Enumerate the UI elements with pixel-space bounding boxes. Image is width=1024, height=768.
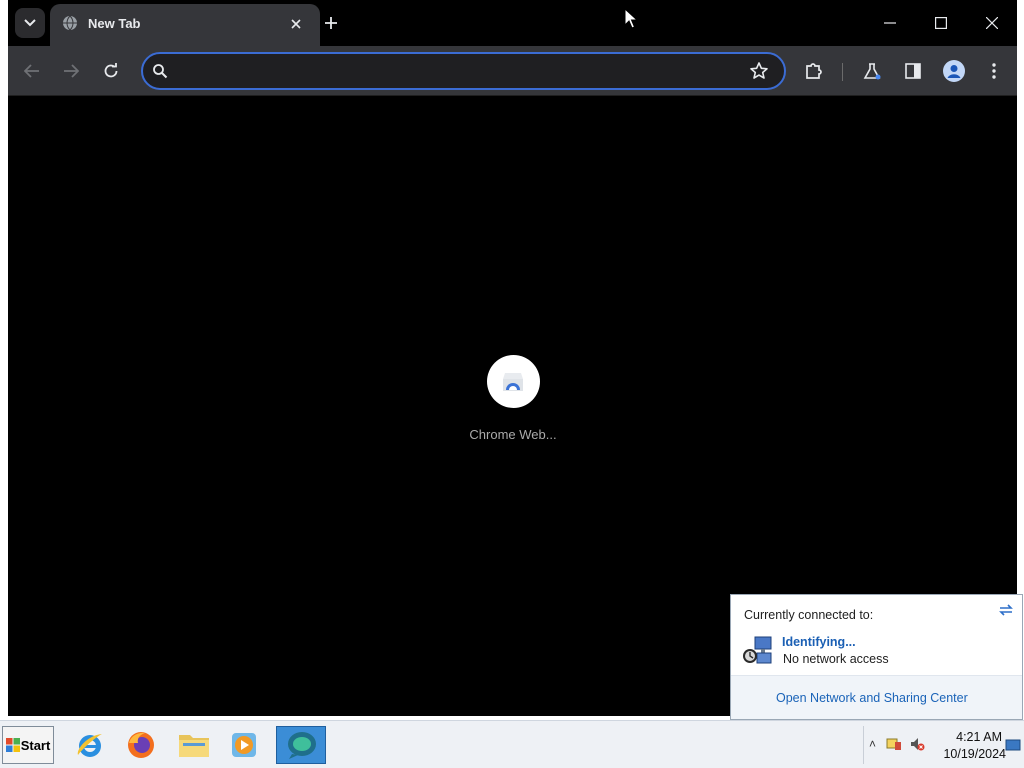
file-explorer-icon xyxy=(179,735,209,757)
start-button[interactable]: Start xyxy=(2,726,54,764)
taskbar: Start ˄ 4:21 AM 10/19/2024 xyxy=(0,720,1024,768)
desktop-screen: New Tab Chrome Web... Currently connecte… xyxy=(0,0,1024,768)
shortcut-tile[interactable]: Chrome Web... xyxy=(463,355,563,442)
reload-icon xyxy=(104,63,118,78)
taskbar-internet-explorer[interactable] xyxy=(66,726,114,764)
flyout-heading: Currently connected to: xyxy=(744,608,874,622)
labs-button[interactable] xyxy=(857,56,887,86)
arrow-right-icon xyxy=(64,64,79,78)
search-icon xyxy=(153,64,168,79)
browser-toolbar xyxy=(8,46,1017,96)
network-name: Identifying... xyxy=(782,635,856,649)
refresh-icon[interactable] xyxy=(998,603,1014,617)
chevron-down-icon xyxy=(24,19,36,27)
extensions-button[interactable] xyxy=(799,56,829,86)
taskbar-firefox[interactable] xyxy=(117,726,165,764)
flask-icon xyxy=(863,63,881,80)
address-input[interactable] xyxy=(179,61,739,81)
menu-button[interactable] xyxy=(979,56,1009,86)
clock-time[interactable]: 4:21 AM xyxy=(936,730,1002,744)
system-tray: ˄ 4:21 AM 10/19/2024 xyxy=(863,726,1023,764)
internet-explorer-icon xyxy=(77,734,102,757)
media-player-icon xyxy=(232,733,256,757)
tab-search-button[interactable] xyxy=(15,8,45,38)
more-vertical-icon xyxy=(992,63,996,79)
maximize-button[interactable] xyxy=(921,8,961,38)
profile-button[interactable] xyxy=(939,56,969,86)
side-panel-icon xyxy=(905,63,921,79)
minimize-button[interactable] xyxy=(870,8,910,38)
plus-icon xyxy=(325,17,337,29)
tab-close-button[interactable] xyxy=(286,14,306,34)
network-sharing-center-link[interactable]: Open Network and Sharing Center xyxy=(776,691,968,705)
network-identifying-icon xyxy=(743,636,772,664)
network-status: No network access xyxy=(783,652,889,666)
reload-button[interactable] xyxy=(96,56,126,86)
show-desktop-icon[interactable] xyxy=(1005,737,1021,753)
arrow-left-icon xyxy=(24,64,39,78)
tab-title: New Tab xyxy=(88,16,141,31)
side-panel-button[interactable] xyxy=(898,56,928,86)
firefox-icon xyxy=(128,732,154,758)
bookmark-star-icon[interactable] xyxy=(749,61,769,81)
address-bar[interactable] xyxy=(141,52,786,90)
new-tab-button[interactable] xyxy=(318,10,344,36)
window-close-button[interactable] xyxy=(972,8,1012,38)
maximize-icon xyxy=(935,17,947,29)
clock-date[interactable]: 10/19/2024 xyxy=(930,747,1006,761)
globe-icon xyxy=(63,15,77,31)
flyout-footer: Open Network and Sharing Center xyxy=(731,675,1022,719)
forward-button[interactable] xyxy=(56,56,86,86)
puzzle-piece-icon xyxy=(806,63,822,79)
show-hidden-icons-icon[interactable]: ˄ xyxy=(869,737,876,751)
minimize-icon xyxy=(884,22,896,24)
taskbar-chrome-active[interactable] xyxy=(276,726,326,764)
back-button[interactable] xyxy=(17,56,47,86)
close-icon xyxy=(986,17,998,29)
network-flyout: Currently connected to: Identifying... N… xyxy=(730,594,1023,720)
mouse-cursor-icon xyxy=(624,8,639,29)
tab-new-tab[interactable]: New Tab xyxy=(50,4,320,46)
taskbar-file-explorer[interactable] xyxy=(170,726,218,764)
chrome-active-app-icon xyxy=(288,732,316,759)
start-label: Start xyxy=(20,737,51,753)
toolbar-separator xyxy=(842,63,843,81)
close-icon xyxy=(291,19,301,29)
shortcut-label: Chrome Web... xyxy=(469,427,557,442)
action-center-flag-icon[interactable] xyxy=(886,736,902,752)
shortcut-circle xyxy=(486,355,540,408)
title-bar: New Tab xyxy=(8,0,1017,46)
volume-muted-icon[interactable] xyxy=(909,736,925,752)
chrome-web-store-icon xyxy=(503,372,523,391)
windows-logo-icon xyxy=(5,738,20,752)
avatar-icon xyxy=(943,60,965,82)
taskbar-media-player[interactable] xyxy=(220,726,268,764)
